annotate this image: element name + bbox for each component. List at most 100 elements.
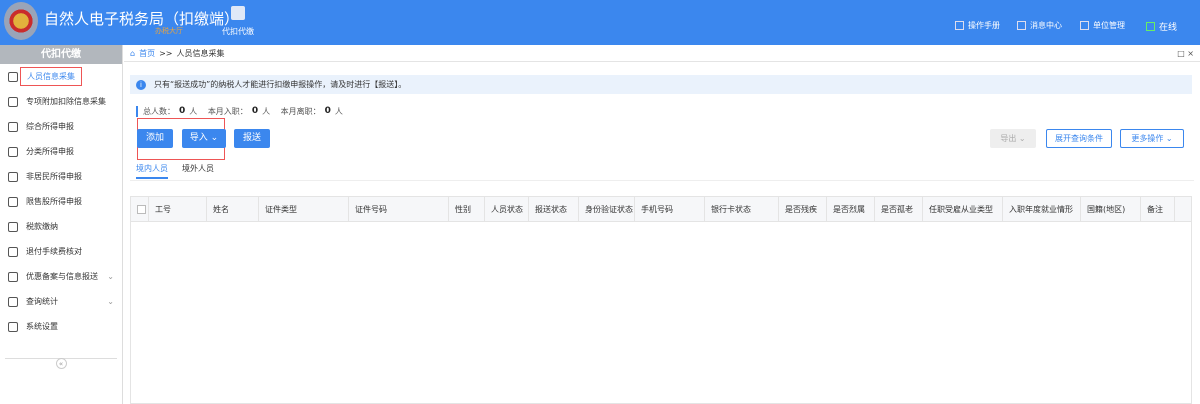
total-label: 总人数： xyxy=(143,107,175,116)
more-label: 更多操作 xyxy=(1131,134,1164,143)
sidebar-item[interactable]: 人员信息采集 xyxy=(0,64,122,89)
sidebar-item-label: 优惠备案与信息报送 xyxy=(26,272,98,281)
message-center-link[interactable]: 消息中心 xyxy=(1017,20,1062,31)
column-header[interactable]: 证件类型 xyxy=(259,197,349,221)
sidebar-collapse[interactable]: « xyxy=(5,358,117,369)
app-header: 自然人电子税务局（扣缴端） 办税大厅 代扣代缴 操作手册 消息中心 单位管理 在… xyxy=(0,0,1200,45)
sidebar-item[interactable]: 税款缴纳 xyxy=(0,214,122,239)
receipt-icon xyxy=(8,246,18,257)
online-status[interactable]: 在线 xyxy=(1146,20,1177,33)
sidebar-item[interactable]: 退付手续费核对 xyxy=(0,239,122,264)
chevron-down-icon: ⌄ xyxy=(107,297,114,306)
column-header[interactable]: 手机号码 xyxy=(635,197,705,221)
join-value: 0 xyxy=(251,106,259,116)
import-dropdown-button[interactable]: 导入 ⌄ xyxy=(182,129,226,148)
wallet-icon xyxy=(231,6,245,20)
expand-query-button[interactable]: 展开查询条件 xyxy=(1046,129,1112,148)
column-header[interactable]: 国籍(地区) xyxy=(1081,197,1141,221)
column-header[interactable]: 是否烈属 xyxy=(827,197,875,221)
column-header[interactable]: 人员状态 xyxy=(485,197,529,221)
sidebar-item[interactable]: 系统设置 xyxy=(0,314,122,339)
tab-overseas[interactable]: 境外人员 xyxy=(182,163,214,179)
breadcrumb-home[interactable]: 首页 xyxy=(139,48,155,59)
stats-bar: 总人数： 0 人 本月入职： 0 人 本月离职： 0 人 xyxy=(136,106,343,117)
module-tab-withholding[interactable]: 代扣代缴 xyxy=(218,6,258,37)
tab-domestic[interactable]: 境内人员 xyxy=(136,163,168,179)
tax-emblem-logo xyxy=(4,2,38,40)
manual-link[interactable]: 操作手册 xyxy=(955,20,1000,31)
sidebar-item[interactable]: 专项附加扣除信息采集 xyxy=(0,89,122,114)
column-header[interactable]: 是否孤老 xyxy=(875,197,923,221)
export-button[interactable]: 导出 ⌄ xyxy=(990,129,1036,148)
leave-label: 本月离职： xyxy=(280,107,321,116)
unit: 人 xyxy=(334,107,343,116)
leave-value: 0 xyxy=(324,106,331,116)
sidebar-item-label: 人员信息采集 xyxy=(20,67,82,86)
sidebar-item-label: 查询统计 xyxy=(26,297,58,306)
chevron-down-icon: ⌄ xyxy=(210,133,219,143)
column-header[interactable]: 入职年度就业情形 xyxy=(1003,197,1081,221)
document-icon xyxy=(8,271,18,282)
monitor-icon xyxy=(1146,22,1155,31)
sidebar-item-label: 分类所得申报 xyxy=(26,147,74,156)
column-header[interactable]: 报送状态 xyxy=(529,197,579,221)
personnel-table: 工号 姓名 证件类型 证件号码 性别 人员状态 报送状态 身份验证状态 手机号码 银行卡状态 是否残… xyxy=(130,196,1192,404)
import-label: 导入 xyxy=(189,133,208,143)
sidebar-item-label: 税款缴纳 xyxy=(26,222,58,231)
pie-icon xyxy=(8,146,18,157)
link-label: 单位管理 xyxy=(1093,21,1125,30)
gear-icon xyxy=(8,321,18,332)
sidebar-item-label: 综合所得申报 xyxy=(26,122,74,131)
close-icon[interactable]: × xyxy=(1187,49,1194,58)
collapse-icon[interactable]: « xyxy=(55,358,67,369)
breadcrumb: ⌂ 首页 >> 人员信息采集 xyxy=(124,45,1200,62)
sidebar: 代扣代缴 人员信息采集专项附加扣除信息采集 综合所得申报 分类所得申报 非居民所得申报… xyxy=(0,45,123,404)
add-button[interactable]: 添加 xyxy=(137,129,173,148)
link-label: 消息中心 xyxy=(1030,21,1062,30)
sidebar-item-label: 系统设置 xyxy=(26,322,58,331)
sidebar-item[interactable]: 综合所得申报 xyxy=(0,114,122,139)
total-value: 0 xyxy=(179,106,186,116)
notice-banner: i 只有“报送成功”的纳税人才能进行扣缴申报操作，请及时进行【报送】。 xyxy=(130,75,1192,94)
sidebar-item[interactable]: 查询统计 ⌄ xyxy=(0,289,122,314)
sidebar-item[interactable]: 非居民所得申报 xyxy=(0,164,122,189)
unit-management-link[interactable]: 单位管理 xyxy=(1080,20,1125,31)
home-icon[interactable]: ⌂ xyxy=(130,49,135,58)
link-label: 操作手册 xyxy=(968,21,1000,30)
person-icon xyxy=(8,71,18,82)
list-icon xyxy=(8,96,18,107)
sidebar-item[interactable]: 限售股所得申报 xyxy=(0,189,122,214)
column-header[interactable]: 身份验证状态 xyxy=(579,197,635,221)
bar-chart-icon xyxy=(8,196,18,207)
breadcrumb-current: 人员信息采集 xyxy=(176,48,225,58)
building-icon xyxy=(1080,21,1089,30)
table-header: 工号 姓名 证件类型 证件号码 性别 人员状态 报送状态 身份验证状态 手机号码 银行卡状态 是否残… xyxy=(131,197,1191,222)
chevron-down-icon: ⌄ xyxy=(107,272,114,281)
column-header[interactable]: 是否残疾 xyxy=(779,197,827,221)
submit-button[interactable]: 报送 xyxy=(234,129,270,148)
link-label: 在线 xyxy=(1159,23,1178,33)
sidebar-item[interactable]: 优惠备案与信息报送 ⌄ xyxy=(0,264,122,289)
mail-icon xyxy=(1017,21,1026,30)
column-header[interactable]: 银行卡状态 xyxy=(705,197,779,221)
sidebar-item-label: 非居民所得申报 xyxy=(26,172,82,181)
breadcrumb-separator: >> xyxy=(159,48,173,58)
app-title: 自然人电子税务局（扣缴端） xyxy=(44,10,240,28)
select-all-checkbox-cell[interactable] xyxy=(131,197,149,221)
folder-icon xyxy=(8,221,18,232)
select-all-checkbox[interactable] xyxy=(137,204,146,214)
sidebar-item-label: 限售股所得申报 xyxy=(26,197,82,206)
column-header[interactable]: 姓名 xyxy=(207,197,259,221)
export-label: 导出 xyxy=(1000,134,1017,143)
restore-icon[interactable]: □ xyxy=(1177,49,1185,58)
column-header[interactable]: 证件号码 xyxy=(349,197,449,221)
column-header[interactable]: 性别 xyxy=(449,197,485,221)
column-header[interactable]: 工号 xyxy=(149,197,207,221)
sidebar-item-label: 专项附加扣除信息采集 xyxy=(26,97,106,106)
column-header[interactable]: 备注 xyxy=(1141,197,1175,221)
sidebar-item[interactable]: 分类所得申报 xyxy=(0,139,122,164)
more-actions-button[interactable]: 更多操作 ⌄ xyxy=(1120,129,1184,148)
module-tab-label: 代扣代缴 xyxy=(222,27,254,36)
column-header[interactable]: 任职受雇从业类型 xyxy=(923,197,1003,221)
sidebar-header: 代扣代缴 xyxy=(0,45,122,64)
